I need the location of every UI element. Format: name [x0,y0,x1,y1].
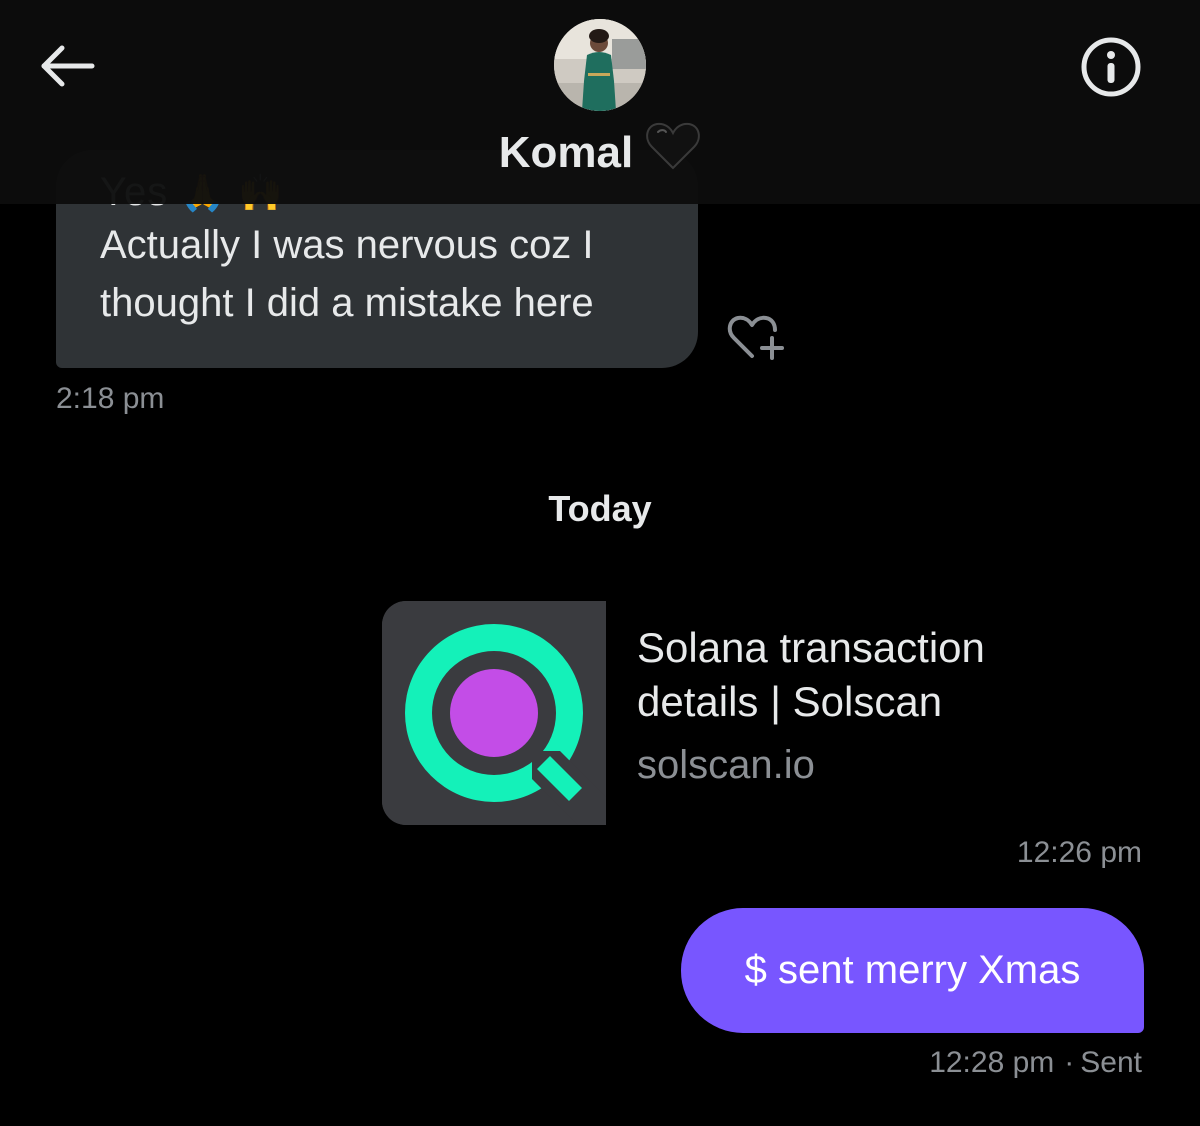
solscan-logo-icon [382,601,606,825]
heart-add-icon[interactable] [724,310,788,366]
sent-message-bubble[interactable]: $ sent merry Xmas [681,908,1144,1033]
contact-name-row[interactable]: Komal [0,122,1200,182]
received-message-text: Actually I was nervous coz I thought I d… [100,223,594,325]
info-icon[interactable] [1080,36,1142,98]
conversation-header: Komal [0,0,1200,204]
meta-separator: · [1064,1046,1075,1079]
link-card-domain: solscan.io [637,743,815,787]
sent-status: Sent [1080,1046,1142,1079]
link-preview-card[interactable]: Solana transaction details | Solscan sol… [382,601,1152,825]
contact-name: Komal [498,128,634,177]
arrow-left-icon[interactable] [36,36,100,100]
sent-message-text: $ sent merry Xmas [744,948,1081,992]
dm-conversation: Yes 🙏 🙌 Actually I was nervous coz I tho… [0,0,1200,1126]
link-card-title: Solana transaction details | Solscan [637,624,985,725]
sent-message-meta: 12:28 pm · Sent [929,1046,1142,1080]
black-heart-icon [645,121,701,182]
link-card-time: 12:26 pm [1016,836,1142,869]
received-message-time: 2:18 pm [56,382,165,415]
sent-message-time: 12:28 pm [929,1046,1055,1079]
date-divider: Today [548,488,652,529]
avatar[interactable] [554,19,646,111]
